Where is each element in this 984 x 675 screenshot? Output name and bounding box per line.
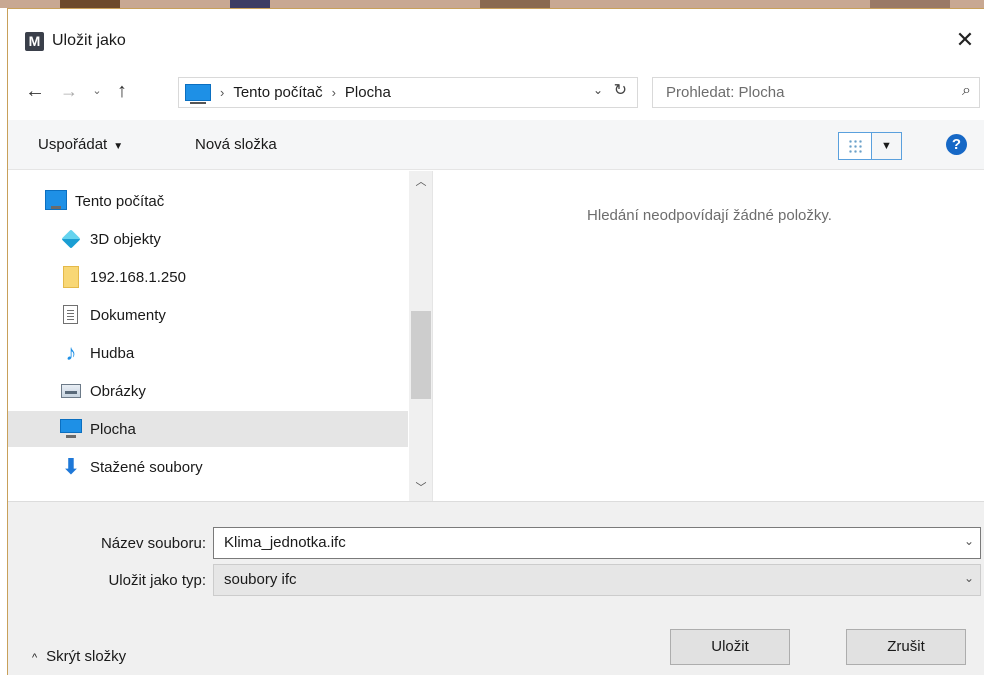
filetype-value: soubory ifc	[224, 571, 297, 588]
tree-item-network-folder[interactable]: 192.168.1.250	[60, 259, 405, 295]
tree-item-this-pc[interactable]: Tento počítač	[45, 183, 405, 219]
save-button[interactable]: Uložit	[670, 629, 790, 665]
tree-item-documents[interactable]: Dokumenty	[60, 297, 405, 333]
3d-objects-icon	[60, 229, 82, 249]
tree-item-3d-objects[interactable]: 3D objekty	[60, 221, 405, 257]
filetype-select[interactable]: soubory ifc ⌄	[213, 564, 981, 596]
tree-item-label: Obrázky	[90, 382, 146, 400]
filetype-label: Uložit jako typ:	[108, 572, 206, 589]
address-bar[interactable]: › Tento počítač › Plocha ⌄ ↻	[178, 77, 638, 108]
tree-item-label: 3D objekty	[90, 230, 161, 248]
background-fragment	[230, 0, 270, 8]
tree-item-label: 192.168.1.250	[90, 268, 186, 286]
address-dropdown-icon[interactable]: ⌄	[593, 83, 603, 97]
cancel-button[interactable]: Zrušit	[846, 629, 966, 665]
navigation-pane: Tento počítač 3D objekty 192.168.1.250 D…	[8, 171, 433, 501]
pictures-icon	[60, 381, 82, 401]
desktop-location-icon	[185, 84, 211, 104]
document-shape	[63, 305, 78, 324]
hide-folders-toggle[interactable]: ^ Skrýt složky	[32, 648, 126, 665]
3d-cube-shape	[61, 229, 81, 249]
help-icon[interactable]: ?	[946, 134, 967, 155]
file-list-pane[interactable]: Hledání neodpovídají žádné položky.	[434, 171, 984, 501]
navigation-pane-scrollbar[interactable]: ︿ ﹀	[409, 171, 432, 501]
tree-item-music[interactable]: ♪ Hudba	[60, 335, 405, 371]
app-icon: M	[25, 32, 44, 51]
picture-shape	[61, 384, 81, 398]
search-placeholder: Prohledat: Plocha	[666, 84, 785, 101]
desktop-shape	[60, 419, 82, 438]
breadcrumb-separator: ›	[331, 85, 336, 100]
back-arrow-icon[interactable]: ←	[24, 79, 46, 103]
change-view-button[interactable]	[838, 132, 872, 160]
desktop-icon	[60, 419, 82, 439]
save-options-panel: Název souboru: Klima_jednotka.ifc ⌄ Ulož…	[8, 501, 984, 675]
scroll-up-arrow-icon[interactable]: ︿	[409, 173, 432, 193]
scroll-thumb[interactable]	[411, 311, 431, 399]
tree-item-label: Tento počítač	[75, 192, 165, 210]
tree-item-downloads[interactable]: ⬇ Stažené soubory	[60, 449, 405, 485]
chevron-up-icon: ^	[32, 652, 38, 664]
filename-label: Název souboru:	[100, 535, 206, 552]
recent-locations-chevron-icon[interactable]: ⌄	[90, 79, 104, 103]
close-button[interactable]: ✕	[945, 23, 984, 59]
tree-item-label: Dokumenty	[90, 306, 166, 324]
desktop-background-strip	[0, 0, 984, 8]
view-options-dropdown[interactable]: ▼	[872, 132, 902, 160]
search-icon[interactable]: ⌕	[962, 82, 971, 100]
tree-item-label: Hudba	[90, 344, 135, 362]
folder-shape	[63, 266, 79, 288]
documents-icon	[60, 305, 82, 325]
save-as-dialog: M Uložit jako ✕ ← → ⌄ ↑ › Tento počítač …	[7, 8, 984, 675]
new-folder-button[interactable]: Nová složka	[195, 136, 277, 153]
view-grid-icon	[848, 139, 863, 154]
breadcrumb-separator: ›	[220, 85, 225, 100]
chevron-down-icon[interactable]: ⌄	[964, 571, 974, 585]
music-icon: ♪	[65, 340, 77, 365]
hide-folders-label: Skrýt složky	[46, 648, 127, 665]
filename-field[interactable]: Klima_jednotka.ifc ⌄	[213, 527, 981, 559]
caret-down-icon: ▼	[113, 141, 124, 152]
empty-results-message: Hledání neodpovídají žádné položky.	[587, 207, 832, 224]
organize-label: Uspořádat	[38, 136, 108, 153]
refresh-icon[interactable]: ↻	[614, 80, 627, 100]
background-fragment	[60, 0, 120, 8]
title-bar: M Uložit jako ✕	[8, 9, 984, 63]
dialog-title: Uložit jako	[52, 32, 126, 49]
search-input[interactable]: Prohledat: Plocha ⌕	[652, 77, 980, 108]
organize-button[interactable]: Uspořádat ▼	[38, 136, 123, 153]
breadcrumb-desktop[interactable]: Plocha	[345, 84, 391, 101]
forward-arrow-icon[interactable]: →	[58, 79, 80, 103]
tree-item-label: Stažené soubory	[90, 458, 203, 476]
scroll-down-arrow-icon[interactable]: ﹀	[409, 479, 432, 499]
folder-icon	[60, 266, 82, 288]
chevron-down-icon[interactable]: ⌄	[964, 534, 974, 548]
tree-item-label: Plocha	[90, 420, 136, 438]
filename-value: Klima_jednotka.ifc	[224, 534, 346, 551]
breadcrumb-this-pc[interactable]: Tento počítač	[233, 84, 322, 101]
tree-item-pictures[interactable]: Obrázky	[60, 373, 405, 409]
command-toolbar: Uspořádat ▼ Nová složka ▼ ?	[8, 120, 984, 170]
up-arrow-icon[interactable]: ↑	[112, 79, 132, 103]
background-fragment	[480, 0, 550, 8]
downloads-icon: ⬇	[61, 454, 81, 479]
computer-icon	[45, 189, 67, 210]
tree-item-desktop[interactable]: Plocha	[8, 411, 408, 447]
navigation-bar: ← → ⌄ ↑ › Tento počítač › Plocha ⌄ ↻ Pro…	[8, 73, 984, 111]
background-fragment	[870, 0, 950, 8]
